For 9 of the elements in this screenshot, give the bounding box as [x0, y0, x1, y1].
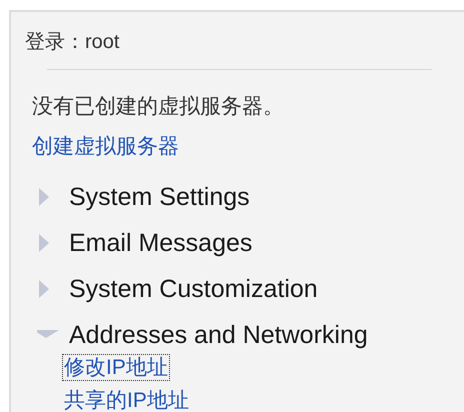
- empty-message: 没有已创建的虚拟服务器。: [32, 94, 285, 120]
- tree-item[interactable]: Email Messages: [69, 228, 252, 258]
- create-server-link[interactable]: 创建虚拟服务器: [32, 132, 179, 160]
- tree-item[interactable]: System Settings: [69, 182, 250, 212]
- tree-item[interactable]: Addresses and Networking: [69, 320, 368, 350]
- tree-item[interactable]: System Customization: [69, 274, 318, 304]
- tree-link[interactable]: 修改IP地址: [62, 354, 170, 382]
- tree-link[interactable]: 共享的IP地址: [62, 387, 191, 412]
- login-label: 登录：root: [25, 30, 120, 55]
